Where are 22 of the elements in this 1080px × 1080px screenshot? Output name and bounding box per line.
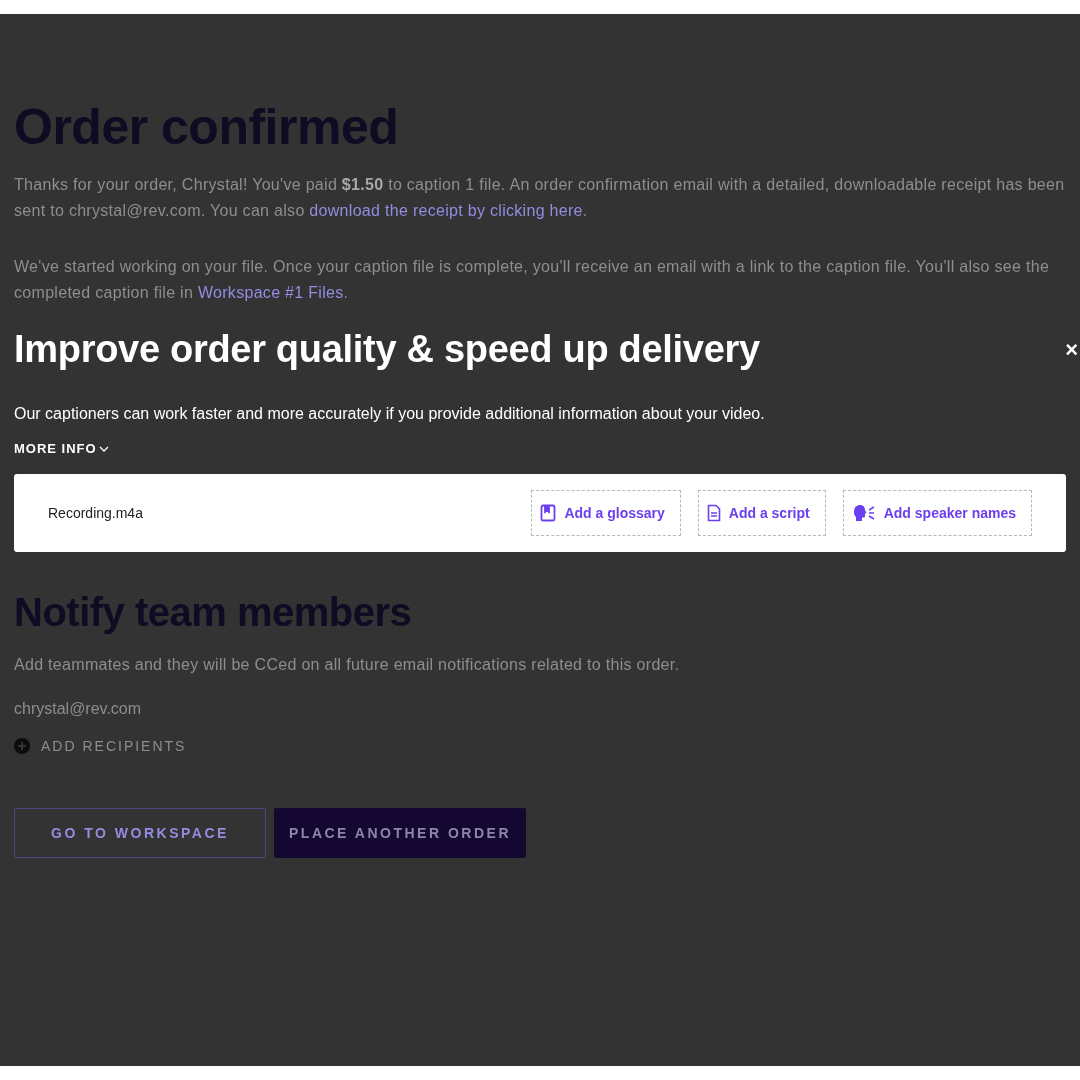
recipient-email: chrystal@rev.com: [14, 700, 143, 718]
workspace-button[interactable]: GO TO WORKSPACE: [14, 808, 266, 858]
script-button[interactable]: Add a script: [697, 490, 826, 536]
dialog-description: Our captioners can work faster and more accurately if you provide additional information about your video.: [14, 405, 766, 423]
file-name: Recording.m4a: [48, 505, 143, 521]
text-link[interactable]: Workspace #1 Files: [197, 284, 344, 301]
speaking-head-icon: [851, 504, 876, 522]
chevron-icon: [98, 445, 109, 452]
dialog-title: Improve order quality & speed up delivery: [14, 328, 760, 371]
glossary-button[interactable]: Add a glossary: [531, 490, 681, 536]
notify-description: Add teammates and they will be CCed on all future email notifications related to this order.: [14, 655, 681, 675]
speakers-button[interactable]: Add speaker names: [842, 490, 1032, 536]
more-info-toggle[interactable]: MORE INFO: [14, 441, 109, 456]
confirmation-text: We've started working on your file. Once your caption file is complete, you'll receive an email with a link to the caption file. You'll also see the completed caption file in Workspace #1 Files.: [14, 257, 1051, 303]
document-icon: [706, 504, 721, 522]
add-recipients-button[interactable]: ADD RECIPIENTS: [14, 738, 187, 754]
close-button[interactable]: ×: [1065, 338, 1078, 361]
text-link[interactable]: download the receipt by clicking here: [309, 202, 583, 219]
place-order-button[interactable]: PLACE ANOTHER ORDER: [274, 808, 526, 858]
confirmation-text: Thanks for your order, Chrystal! You've paid $1.50 to caption 1 file. An order confirmation email with a detailed, downloadable receipt has been sent to chrystal@rev.com. You can also download the receipt by clicking here.: [14, 175, 1066, 221]
book-icon: [540, 504, 557, 522]
plus-circle-icon: [14, 738, 30, 754]
